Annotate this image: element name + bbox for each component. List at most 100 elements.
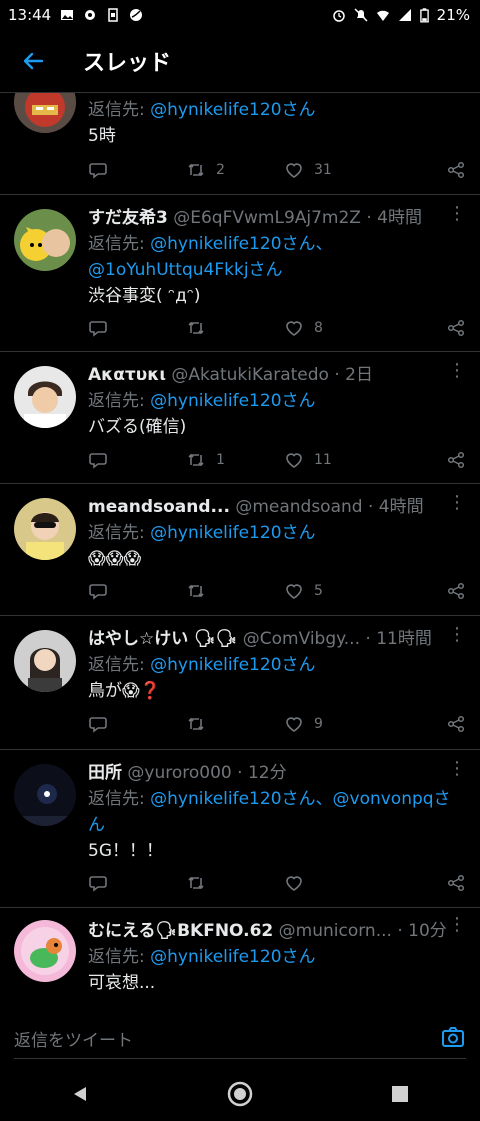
share-button[interactable] xyxy=(446,581,466,601)
wifi-icon xyxy=(376,10,389,21)
tweet-item[interactable]: ⋮ meandsoand... @meandsoand · 4時間 返信先: @… xyxy=(0,484,480,616)
tweet-item[interactable]: ⋮ むにえる🗣BKFNO.62 @municorn... · 10分 返信先: … xyxy=(0,908,480,1007)
user-handle[interactable]: @meandsoand xyxy=(235,497,362,517)
home-circle-icon xyxy=(227,1081,253,1106)
reply-button[interactable] xyxy=(88,714,186,734)
avatar[interactable] xyxy=(14,209,76,271)
back-button[interactable] xyxy=(17,45,49,77)
mention-link[interactable]: @hynikelife120さん、 xyxy=(150,234,332,254)
tweet-header: すだ友希3 @E6qFVwmL9Aj7m2Z · 4時間 xyxy=(88,205,466,231)
thread-feed[interactable]: ⋮ 返信先: @hynikelife120さん 5時 2 31 ⋮ すだ友希3 … xyxy=(0,93,480,1007)
tweet-text: 😱😱😱 xyxy=(88,549,142,569)
user-handle[interactable]: @E6qFVwmL9Aj7m2Z xyxy=(173,208,361,228)
share-button[interactable] xyxy=(446,318,466,338)
nav-home-button[interactable] xyxy=(216,1070,264,1118)
mention-link[interactable]: @hynikelife120さん xyxy=(150,655,315,675)
tweet-actions: 9 xyxy=(88,709,466,739)
mention-link[interactable]: @hynikelife120さん、@vonvonpqさ xyxy=(150,789,450,809)
tweet-item[interactable]: ⋮ 田所 @yuroro000 · 12分 返信先: @hynikelife12… xyxy=(0,750,480,908)
mention-link[interactable]: @1oYuhUttqu4Fkkjさん xyxy=(88,257,466,283)
mute-icon xyxy=(354,8,368,22)
tweet-actions: 8 xyxy=(88,313,466,343)
heart-icon xyxy=(286,321,302,336)
square-recents-icon xyxy=(392,1085,408,1102)
user-handle[interactable]: @municorn... xyxy=(279,921,392,941)
like-count: 9 xyxy=(314,716,323,732)
share-icon xyxy=(447,161,465,179)
image-icon xyxy=(61,10,74,20)
retweet-button[interactable] xyxy=(186,873,284,893)
tweet-text: 可哀想... xyxy=(88,973,156,993)
tweet-actions: 2 31 xyxy=(88,155,466,185)
retweet-button[interactable] xyxy=(186,318,284,338)
like-button[interactable] xyxy=(284,873,382,893)
nav-back-button[interactable] xyxy=(56,1070,104,1118)
tweet-text: 5G！！！ xyxy=(88,841,163,861)
mention-link[interactable]: @hynikelife120さん xyxy=(150,391,315,411)
like-button[interactable]: 5 xyxy=(284,581,382,601)
reply-button[interactable] xyxy=(88,581,186,601)
display-name[interactable]: はやし☆けい 🗣🗣 xyxy=(88,629,237,649)
retweet-button[interactable] xyxy=(186,581,284,601)
reply-composer: 返信をツイート xyxy=(0,1008,480,1064)
tweet-item[interactable]: ⋮ Ακατυκι @AkatukiKaratedo · 2日 返信先: @hy… xyxy=(0,352,480,484)
mention-link[interactable]: @hynikelife120さん xyxy=(150,523,315,543)
avatar[interactable] xyxy=(14,366,76,428)
like-count: 8 xyxy=(314,320,323,336)
reply-prefix: 返信先: xyxy=(88,655,151,675)
avatar[interactable] xyxy=(14,93,76,133)
share-button[interactable] xyxy=(446,714,466,734)
avatar[interactable] xyxy=(14,630,76,692)
avatar[interactable] xyxy=(14,498,76,560)
reply-button[interactable] xyxy=(88,318,186,338)
reply-input[interactable]: 返信をツイート xyxy=(14,1026,133,1051)
page-title: スレッド xyxy=(83,51,172,76)
mention-link[interactable]: @hynikelife120さん xyxy=(150,947,315,967)
display-name[interactable]: すだ友希3 xyxy=(88,208,168,228)
user-handle[interactable]: @AkatukiKaratedo xyxy=(171,365,329,385)
like-count: 11 xyxy=(314,452,332,468)
reply-prefix: 返信先: xyxy=(88,234,151,254)
display-name[interactable]: Ακατυκι xyxy=(88,365,166,385)
mention-link[interactable]: ん xyxy=(88,812,466,838)
like-button[interactable]: 31 xyxy=(284,160,382,180)
reply-button[interactable] xyxy=(88,160,186,180)
display-name[interactable]: むにえる🗣BKFNO.62 xyxy=(88,921,273,941)
retweet-button[interactable]: 1 xyxy=(186,450,284,470)
like-button[interactable]: 8 xyxy=(284,318,382,338)
tweet-item[interactable]: ⋮ 返信先: @hynikelife120さん 5時 2 31 xyxy=(0,93,480,195)
tweet-item[interactable]: ⋮ はやし☆けい 🗣🗣 @ComVibgy... · 11時間 返信先: @hy… xyxy=(0,616,480,750)
avatar[interactable] xyxy=(14,920,76,982)
camera-icon[interactable] xyxy=(440,1024,466,1050)
reply-button[interactable] xyxy=(88,873,186,893)
battery-icon xyxy=(419,7,429,22)
like-button[interactable]: 9 xyxy=(284,714,382,734)
retweet-button[interactable] xyxy=(186,714,284,734)
share-button[interactable] xyxy=(446,873,466,893)
tweet-time: · 12分 xyxy=(237,763,287,783)
avatar[interactable] xyxy=(14,764,76,826)
reply-to: 返信先: @hynikelife120さん、 xyxy=(88,231,466,257)
retweet-button[interactable]: 2 xyxy=(186,160,284,180)
share-icon xyxy=(447,582,465,600)
share-button[interactable] xyxy=(446,450,466,470)
retweet-icon xyxy=(188,584,204,598)
divider xyxy=(14,1058,466,1059)
share-icon xyxy=(447,874,465,892)
like-button[interactable]: 11 xyxy=(284,450,382,470)
reply-button[interactable] xyxy=(88,450,186,470)
mention-link[interactable]: @hynikelife120さん xyxy=(150,100,315,120)
gear-icon xyxy=(85,10,96,20)
display-name[interactable]: 田所 xyxy=(88,763,122,783)
tweet-text: 鳥が😱❓ xyxy=(88,681,161,701)
share-icon xyxy=(447,451,465,469)
nav-recents-button[interactable] xyxy=(376,1070,424,1118)
user-handle[interactable]: @yuroro000 xyxy=(127,763,231,783)
user-handle[interactable]: @ComVibgy... xyxy=(243,629,360,649)
tweet-text: 渋谷事変( ᵔдᵔ) xyxy=(88,286,201,306)
tweet-item[interactable]: ⋮ すだ友希3 @E6qFVwmL9Aj7m2Z · 4時間 返信先: @hyn… xyxy=(0,195,480,352)
display-name[interactable]: meandsoand... xyxy=(88,497,230,517)
reply-prefix: 返信先: xyxy=(88,523,151,543)
share-button[interactable] xyxy=(446,160,466,180)
reply-prefix: 返信先: xyxy=(88,947,151,967)
